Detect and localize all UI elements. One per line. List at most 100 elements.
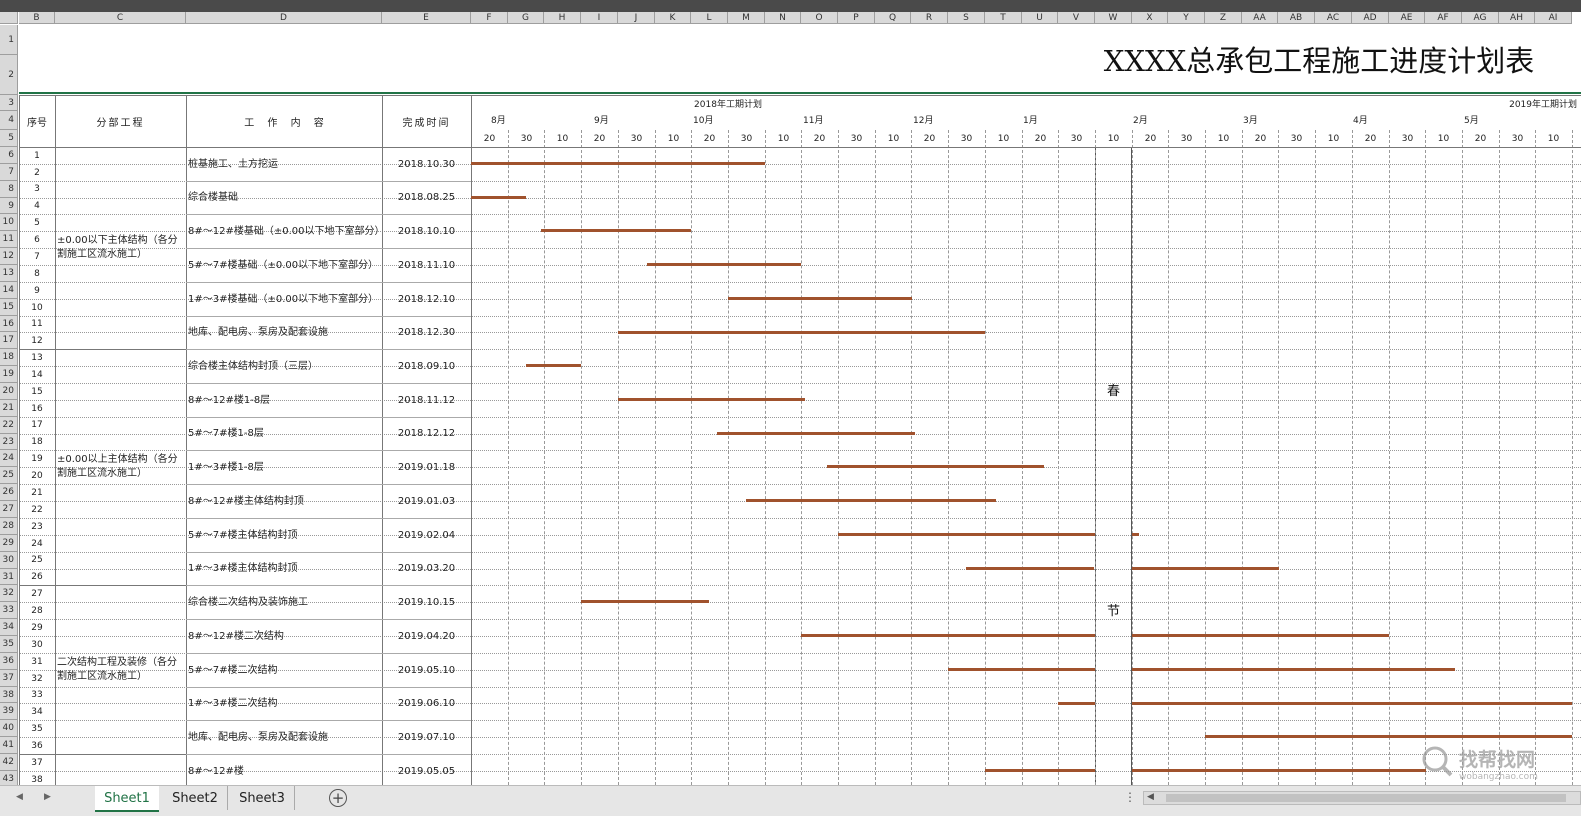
row-header[interactable]: 35: [0, 636, 18, 653]
column-header-Z[interactable]: Z: [1205, 12, 1242, 24]
task-finish[interactable]: 2018.10.30: [382, 147, 471, 181]
row-header[interactable]: 28: [0, 518, 18, 535]
column-header-AI[interactable]: AI: [1535, 12, 1572, 24]
task-work[interactable]: 8#～12#楼: [188, 754, 380, 788]
row-header[interactable]: 25: [0, 467, 18, 484]
task-work[interactable]: 1#～3#楼主体结构封顶: [188, 552, 380, 585]
column-header-I[interactable]: I: [581, 12, 618, 24]
column-header-P[interactable]: P: [838, 12, 875, 24]
row-header[interactable]: 39: [0, 703, 18, 720]
task-work[interactable]: 1#～3#楼基础（±0.00以下地下室部分）: [188, 282, 380, 316]
row-header[interactable]: 22: [0, 417, 18, 434]
task-finish[interactable]: 2018.08.25: [382, 181, 471, 214]
row-header[interactable]: 15: [0, 299, 18, 316]
column-header-AC[interactable]: AC: [1315, 12, 1352, 24]
row-header[interactable]: 6: [0, 147, 18, 164]
horizontal-scrollbar[interactable]: ◀: [1143, 791, 1581, 805]
task-work[interactable]: 地库、配电房、泵房及配套设施: [188, 316, 380, 349]
column-header-V[interactable]: V: [1058, 12, 1095, 24]
group-division[interactable]: [57, 754, 184, 788]
task-work[interactable]: 桩基施工、土方挖运: [188, 147, 380, 181]
task-finish[interactable]: 2018.11.10: [382, 248, 471, 282]
column-header-F[interactable]: F: [471, 12, 508, 24]
task-finish[interactable]: 2018.09.10: [382, 349, 471, 383]
row-header[interactable]: 24: [0, 450, 18, 467]
task-work[interactable]: 综合楼二次结构及装饰施工: [188, 585, 380, 619]
group-division[interactable]: ±0.00以下主体结构（各分割施工区流水施工）: [57, 147, 184, 349]
row-header[interactable]: 27: [0, 501, 18, 518]
task-work[interactable]: 5#～7#楼二次结构: [188, 653, 380, 687]
row-header[interactable]: 4: [0, 111, 18, 130]
row-header[interactable]: 20: [0, 383, 18, 400]
column-header-G[interactable]: G: [508, 12, 544, 24]
row-header[interactable]: 38: [0, 687, 18, 703]
column-header-M[interactable]: M: [728, 12, 765, 24]
column-header-AD[interactable]: AD: [1352, 12, 1389, 24]
column-header-E[interactable]: E: [382, 12, 471, 24]
tab-sheet1[interactable]: Sheet1: [95, 786, 159, 812]
row-header[interactable]: 7: [0, 164, 18, 181]
column-header-C[interactable]: C: [55, 12, 186, 24]
row-header[interactable]: 42: [0, 754, 18, 771]
task-work[interactable]: 8#～12#楼1-8层: [188, 383, 380, 417]
column-header-AB[interactable]: AB: [1278, 12, 1315, 24]
task-finish[interactable]: 2019.07.10: [382, 720, 471, 754]
scroll-left-arrow[interactable]: ◀: [16, 792, 23, 802]
task-finish[interactable]: 2019.05.10: [382, 653, 471, 687]
column-header-H[interactable]: H: [544, 12, 581, 24]
column-header-Y[interactable]: Y: [1168, 12, 1205, 24]
task-work[interactable]: 地库、配电房、泵房及配套设施: [188, 720, 380, 754]
task-work[interactable]: 5#～7#楼1-8层: [188, 417, 380, 450]
add-sheet-icon[interactable]: +: [329, 789, 347, 807]
column-header-X[interactable]: X: [1132, 12, 1168, 24]
row-header[interactable]: 11: [0, 231, 18, 248]
task-finish[interactable]: 2019.10.15: [382, 585, 471, 619]
row-header[interactable]: 8: [0, 181, 18, 198]
sheet-title[interactable]: XXXX总承包工程施工进度计划表: [19, 25, 1581, 93]
task-work[interactable]: 综合楼主体结构封顶（三层）: [188, 349, 380, 383]
task-work[interactable]: 综合楼基础: [188, 181, 380, 214]
row-header[interactable]: 29: [0, 535, 18, 552]
task-work[interactable]: 1#～3#楼1-8层: [188, 450, 380, 484]
task-work[interactable]: 8#～12#楼基础（±0.00以下地下室部分）: [188, 214, 385, 248]
row-header[interactable]: 5: [0, 130, 18, 147]
column-header-B[interactable]: B: [19, 12, 55, 24]
task-work[interactable]: 8#～12#楼二次结构: [188, 619, 380, 653]
scrollbar-thumb[interactable]: [1166, 794, 1566, 802]
row-header[interactable]: 9: [0, 198, 18, 214]
row-header[interactable]: 30: [0, 552, 18, 569]
column-header-AE[interactable]: AE: [1389, 12, 1425, 24]
column-header-S[interactable]: S: [948, 12, 985, 24]
row-header[interactable]: 13: [0, 265, 18, 282]
select-all-corner[interactable]: [0, 12, 18, 24]
row-header[interactable]: 32: [0, 585, 18, 602]
spreadsheet-grid[interactable]: XXXX总承包工程施工进度计划表 春 节 找帮找网 wobangzhao.com…: [0, 0, 1581, 815]
column-header-AG[interactable]: AG: [1462, 12, 1499, 24]
column-header-W[interactable]: W: [1095, 12, 1132, 24]
row-header[interactable]: 17: [0, 332, 18, 349]
column-header-AF[interactable]: AF: [1425, 12, 1462, 24]
task-finish[interactable]: 2018.12.30: [382, 316, 471, 349]
row-header[interactable]: 19: [0, 366, 18, 383]
row-header[interactable]: 33: [0, 602, 18, 619]
row-header[interactable]: 3: [0, 95, 18, 111]
row-header[interactable]: 31: [0, 569, 18, 585]
task-work[interactable]: 8#～12#楼主体结构封顶: [188, 484, 380, 518]
row-header[interactable]: 14: [0, 282, 18, 299]
task-work[interactable]: 5#～7#楼主体结构封顶: [188, 518, 380, 552]
scroll-right-arrow[interactable]: ▶: [44, 792, 51, 802]
column-header-N[interactable]: N: [765, 12, 801, 24]
task-finish[interactable]: 2019.03.20: [382, 552, 471, 585]
tab-sheet2[interactable]: Sheet2: [163, 786, 228, 810]
tab-sheet3[interactable]: Sheet3: [230, 786, 295, 810]
row-header[interactable]: 36: [0, 653, 18, 670]
task-work[interactable]: 1#～3#楼二次结构: [188, 687, 380, 720]
column-header-T[interactable]: T: [985, 12, 1022, 24]
task-work[interactable]: 5#～7#楼基础（±0.00以下地下室部分）: [188, 248, 380, 282]
row-header[interactable]: 40: [0, 720, 18, 737]
column-header-D[interactable]: D: [186, 12, 382, 24]
scroll-left-button[interactable]: ◀: [1147, 792, 1154, 802]
row-header[interactable]: 18: [0, 349, 18, 366]
column-header-U[interactable]: U: [1022, 12, 1058, 24]
task-finish[interactable]: 2019.05.05: [382, 754, 471, 788]
